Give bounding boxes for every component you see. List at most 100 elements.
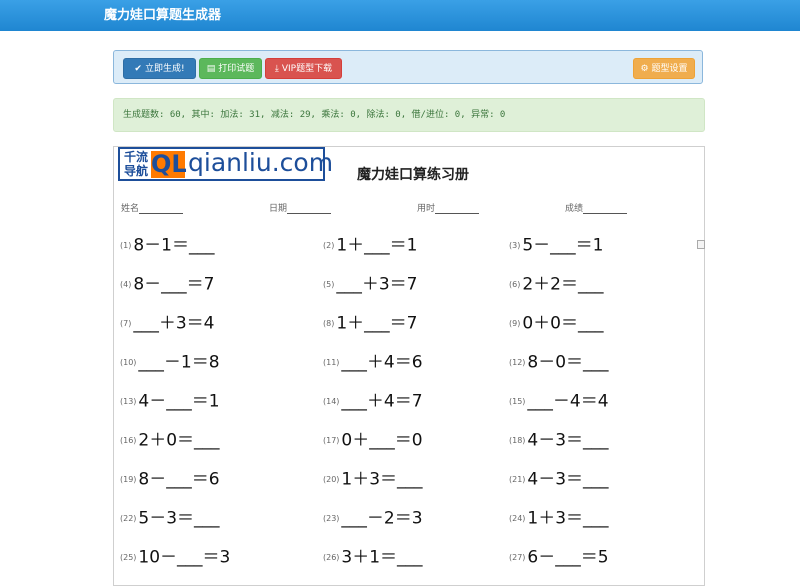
- problem-item: (18) 4－3＝___: [509, 428, 609, 452]
- date-field: 日期: [269, 201, 332, 214]
- broken-image-icon: [697, 240, 705, 249]
- name-field: 姓名: [121, 201, 184, 214]
- problem-expression: 8－___＝7: [133, 274, 215, 295]
- problem-number: (25): [120, 552, 137, 562]
- logo-mark: QL: [151, 150, 187, 178]
- problem-item: (9) 0＋0＝___: [509, 311, 603, 335]
- problem-number: (6): [509, 279, 521, 289]
- problem-item: (23) ___－2＝3: [323, 506, 423, 530]
- problem-number: (22): [120, 513, 137, 523]
- problem-item: (15) ___－4＝4: [509, 389, 609, 413]
- problem-number: (7): [120, 318, 132, 328]
- problem-expression: 4－3＝___: [527, 430, 609, 451]
- problem-number: (15): [509, 396, 526, 406]
- download-icon: ⤓: [274, 64, 279, 74]
- problem-item: (20) 1＋3＝___: [323, 467, 423, 491]
- stats-alert: 生成题数: 60, 其中: 加法: 31, 减法: 29, 乘法: 0, 除法:…: [113, 98, 705, 132]
- problem-item: (3) 5－___＝1: [509, 233, 603, 257]
- problem-number: (21): [509, 474, 526, 484]
- date-blank: [287, 204, 332, 214]
- time-blank: [435, 204, 480, 214]
- problem-number: (23): [323, 513, 340, 523]
- problem-expression: 10－___＝3: [138, 547, 231, 568]
- problem-number: (1): [120, 240, 132, 250]
- worksheet-title: 魔力娃口算练习册: [357, 167, 469, 183]
- problem-expression: ___－2＝3: [341, 508, 423, 529]
- problem-expression: 8－___＝6: [138, 469, 220, 490]
- problem-number: (14): [323, 396, 340, 406]
- problem-item: (24) 1＋3＝___: [509, 506, 609, 530]
- problem-item: (2) 1＋___＝1: [323, 233, 417, 257]
- name-blank: [139, 204, 184, 214]
- problem-expression: 4－___＝1: [138, 391, 220, 412]
- worksheet: 千流导航 QL qianliu.com 魔力娃口算练习册 姓名 日期 用时 成绩…: [113, 146, 705, 586]
- qianliu-logo[interactable]: 千流导航 QL qianliu.com: [118, 147, 333, 181]
- problem-item: (11) ___＋4＝6: [323, 350, 423, 374]
- problem-expression: 6－___＝5: [527, 547, 609, 568]
- problem-expression: ___＋4＝7: [341, 391, 423, 412]
- vip-download-button-label: VIP题型下载: [281, 64, 333, 74]
- problem-item: (10) ___－1＝8: [120, 350, 220, 374]
- problem-number: (4): [120, 279, 132, 289]
- problem-number: (20): [323, 474, 340, 484]
- problem-expression: 1＋___＝1: [336, 235, 418, 256]
- problem-expression: 1＋3＝___: [341, 469, 423, 490]
- score-field: 成绩: [565, 201, 628, 214]
- problem-item: (26) 3＋1＝___: [323, 545, 423, 569]
- problem-item: (13) 4－___＝1: [120, 389, 220, 413]
- name-field-label: 姓名: [121, 204, 140, 214]
- settings-button[interactable]: ⚙ 题型设置: [633, 58, 695, 79]
- problem-number: (16): [120, 435, 137, 445]
- problem-number: (13): [120, 396, 137, 406]
- problem-number: (27): [509, 552, 526, 562]
- problem-number: (12): [509, 357, 526, 367]
- problem-number: (5): [323, 279, 335, 289]
- generate-button-label: 立即生成!: [144, 64, 185, 74]
- problem-number: (24): [509, 513, 526, 523]
- app-header: 魔力娃口算题生成器: [0, 0, 800, 31]
- problem-number: (10): [120, 357, 137, 367]
- problem-expression: ___－1＝8: [138, 352, 220, 373]
- settings-button-label: 题型设置: [651, 64, 688, 74]
- problem-item: (27) 6－___＝5: [509, 545, 609, 569]
- problem-number: (17): [323, 435, 340, 445]
- date-field-label: 日期: [269, 204, 288, 214]
- vip-download-button[interactable]: ⤓ VIP题型下载: [265, 58, 342, 79]
- problem-expression: 5－3＝___: [138, 508, 220, 529]
- time-field-label: 用时: [417, 204, 436, 214]
- gear-icon: ⚙: [640, 64, 649, 74]
- problem-item: (17) 0＋___＝0: [323, 428, 423, 452]
- problem-item: (22) 5－3＝___: [120, 506, 220, 530]
- problem-expression: 1＋___＝7: [336, 313, 418, 334]
- app-title: 魔力娃口算题生成器: [104, 8, 222, 23]
- problem-expression: 1＋3＝___: [527, 508, 609, 529]
- problem-expression: 0＋0＝___: [522, 313, 604, 334]
- problem-number: (8): [323, 318, 335, 328]
- problem-item: (4) 8－___＝7: [120, 272, 214, 296]
- problem-item: (14) ___＋4＝7: [323, 389, 423, 413]
- toolbar: ✔ 立即生成! ▤ 打印试题 ⤓ VIP题型下载 ⚙ 题型设置: [113, 50, 703, 84]
- problem-expression: ___＋4＝6: [341, 352, 423, 373]
- problem-item: (7) ___＋3＝4: [120, 311, 214, 335]
- problem-expression: 0＋___＝0: [341, 430, 423, 451]
- problem-expression: ___＋3＝7: [336, 274, 418, 295]
- problem-item: (1) 8－1＝___: [120, 233, 214, 257]
- time-field: 用时: [417, 201, 480, 214]
- problem-expression: 8－1＝___: [133, 235, 215, 256]
- problem-expression: 3＋1＝___: [341, 547, 423, 568]
- problem-item: (8) 1＋___＝7: [323, 311, 417, 335]
- problem-expression: ___－4＝4: [527, 391, 609, 412]
- problem-item: (19) 8－___＝6: [120, 467, 220, 491]
- generate-button[interactable]: ✔ 立即生成!: [123, 58, 196, 79]
- print-icon: ▤: [206, 64, 216, 74]
- problem-item: (6) 2＋2＝___: [509, 272, 603, 296]
- problem-expression: 2＋2＝___: [522, 274, 604, 295]
- problem-item: (25) 10－___＝3: [120, 545, 230, 569]
- problem-number: (3): [509, 240, 521, 250]
- print-button[interactable]: ▤ 打印试题: [199, 58, 262, 79]
- score-field-label: 成绩: [565, 204, 584, 214]
- problem-number: (11): [323, 357, 340, 367]
- check-icon: ✔: [134, 64, 142, 74]
- problem-expression: 4－3＝___: [527, 469, 609, 490]
- problem-number: (9): [509, 318, 521, 328]
